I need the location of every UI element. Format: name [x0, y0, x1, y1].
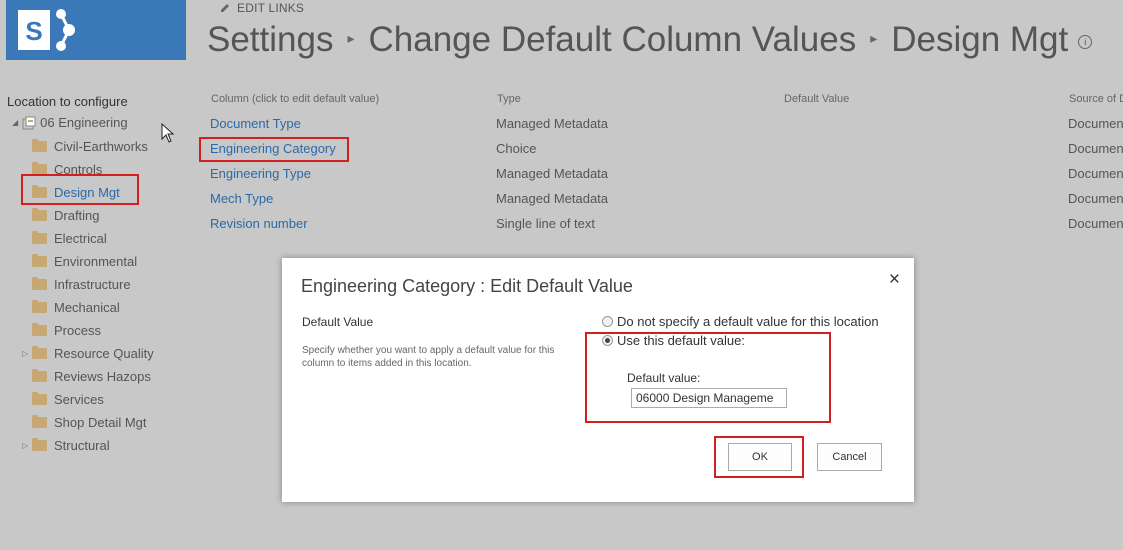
table-cell-source: Documen — [1068, 191, 1123, 206]
folder-icon — [32, 414, 47, 428]
folder-icon — [32, 345, 47, 359]
expand-arrow-icon[interactable]: ▷ — [22, 441, 32, 450]
svg-text:S: S — [25, 16, 42, 46]
close-icon[interactable]: × — [889, 269, 900, 291]
highlight-box-engineering-category — [199, 137, 349, 162]
table-row-link[interactable]: Mech Type — [210, 191, 273, 206]
header-column: Column (click to edit default value) — [211, 93, 380, 105]
breadcrumb-separator-icon: ▸ — [870, 29, 878, 46]
edit-links[interactable]: EDIT LINKS — [219, 1, 304, 15]
folder-icon — [32, 230, 47, 244]
sharepoint-logo-icon: S — [18, 9, 75, 51]
info-icon[interactable]: i — [1078, 35, 1093, 49]
breadcrumb-change-default[interactable]: Change Default Column Values — [369, 20, 857, 60]
table-cell-source: Documen — [1068, 141, 1123, 156]
table-cell-type: Single line of text — [496, 216, 596, 231]
sharepoint-logo[interactable]: S — [6, 0, 186, 60]
radio-no-default-input[interactable] — [602, 316, 613, 327]
table-cell-type: Managed Metadata — [496, 166, 609, 181]
page-title: Settings ▸ Change Default Column Values … — [207, 20, 1093, 60]
tree-item-structural[interactable]: ▷ Structural — [22, 436, 110, 454]
tree-item-mechanical[interactable]: Mechanical — [22, 298, 120, 316]
tree-item-process[interactable]: Process — [22, 321, 101, 339]
breadcrumb-settings[interactable]: Settings — [207, 20, 333, 60]
header-source: Source of D — [1069, 93, 1123, 105]
default-value-description: Specify whether you want to apply a defa… — [302, 345, 555, 369]
dialog-title: Engineering Category : Edit Default Valu… — [301, 276, 633, 296]
tree-root[interactable]: ◢ 06 Engineering — [12, 115, 128, 130]
folder-icon — [32, 276, 47, 290]
breadcrumb-current: Design Mgt — [891, 20, 1069, 59]
tree-item-civil-earthworks[interactable]: Civil-Earthworks — [22, 137, 148, 155]
mouse-cursor-icon — [161, 123, 175, 143]
table-row-link[interactable]: Engineering Type — [210, 166, 311, 181]
tree-item-environmental[interactable]: Environmental — [22, 252, 137, 270]
folder-icon — [32, 253, 47, 267]
header-type: Type — [497, 93, 521, 105]
cancel-button[interactable]: Cancel — [817, 443, 882, 471]
folder-icon — [32, 161, 47, 175]
table-cell-source: Documen — [1068, 216, 1123, 231]
table-row-link[interactable]: Revision number — [210, 216, 308, 231]
folder-icon — [32, 368, 47, 382]
tree-item-services[interactable]: Services — [22, 390, 104, 408]
site-icon — [22, 116, 36, 129]
folder-icon — [32, 207, 47, 221]
location-label: Location to configure — [7, 94, 128, 109]
folder-icon — [32, 138, 47, 152]
table-cell-type: Managed Metadata — [496, 191, 609, 206]
pencil-icon — [221, 4, 229, 12]
tree-item-reviews-hazops[interactable]: Reviews Hazops — [22, 367, 151, 385]
default-value-section-label: Default Value — [302, 315, 374, 329]
header-default-value: Default Value — [784, 93, 850, 105]
expand-arrow-icon[interactable]: ▷ — [22, 349, 32, 358]
radio-no-default[interactable]: Do not specify a default value for this … — [602, 314, 879, 329]
tree-item-infrastructure[interactable]: Infrastructure — [22, 275, 131, 293]
folder-icon — [32, 322, 47, 336]
edit-default-value-dialog: Engineering Category : Edit Default Valu… — [282, 258, 914, 502]
breadcrumb-separator-icon: ▸ — [347, 29, 355, 46]
folder-icon — [32, 437, 47, 451]
tree-item-electrical[interactable]: Electrical — [22, 229, 107, 247]
tree-item-drafting[interactable]: Drafting — [22, 206, 100, 224]
table-cell-source: Documen — [1068, 166, 1123, 181]
collapse-arrow-icon[interactable]: ◢ — [12, 118, 18, 127]
folder-icon — [32, 391, 47, 405]
tree-item-resource-quality[interactable]: ▷ Resource Quality — [22, 344, 154, 362]
tree-root-label: 06 Engineering — [40, 115, 128, 130]
highlight-box-default-value — [585, 332, 831, 423]
highlight-box-ok — [714, 436, 804, 478]
table-cell-type: Choice — [496, 141, 537, 156]
table-cell-type: Managed Metadata — [496, 116, 609, 131]
folder-icon — [32, 299, 47, 313]
table-cell-source: Documen — [1068, 116, 1123, 131]
highlight-box-design-mgt — [21, 174, 139, 205]
tree-item-shop-detail-mgt[interactable]: Shop Detail Mgt — [22, 413, 147, 431]
table-row-link[interactable]: Document Type — [210, 116, 301, 131]
